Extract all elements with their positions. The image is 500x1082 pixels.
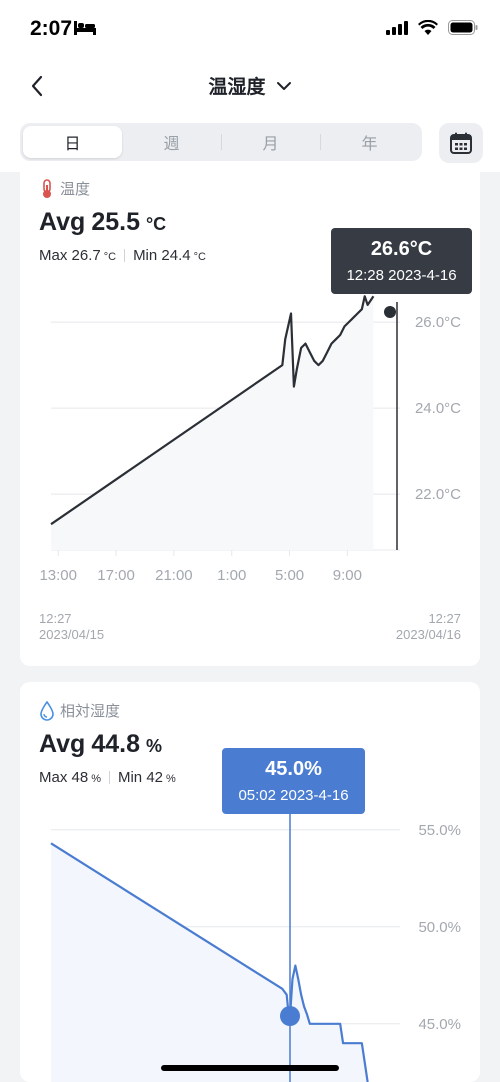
x-tick-label: 5:00 — [275, 567, 304, 584]
x-tick-label: 1:00 — [217, 567, 246, 584]
temperature-card: 温度 Avg 25.5 °C Max 26.7 °C Min 24.4 °C 26.… — [20, 172, 480, 666]
status-time: 2:07 — [30, 17, 73, 40]
humidity-chart[interactable]: 55.0% 50.0% 45.0% — [20, 682, 480, 1082]
y-tick-label: 22.0°C — [415, 486, 461, 503]
period-segmented-control: 日 週 月 年 — [20, 123, 422, 161]
x-tick-label: 13:00 — [39, 567, 77, 584]
series-area — [51, 843, 368, 1082]
x-tick-label: 9:00 — [333, 567, 362, 584]
period-bar: 日 週 月 年 — [0, 116, 500, 172]
calendar-button[interactable] — [439, 123, 483, 163]
battery-icon — [448, 20, 478, 40]
nav-bar: 温湿度 — [0, 56, 500, 116]
dropdown-chevron-icon — [276, 81, 291, 90]
calendar-icon — [450, 132, 472, 154]
y-tick-label: 45.0% — [418, 1016, 461, 1033]
tab-week[interactable]: 週 — [122, 126, 221, 158]
signal-icon — [386, 20, 408, 40]
range-start: 12:27 2023/04/15 — [39, 611, 104, 643]
status-bar: 2:07 — [0, 0, 500, 56]
wifi-icon — [418, 19, 438, 40]
range-end: 12:27 2023/04/16 — [396, 611, 461, 643]
series-area — [51, 296, 374, 550]
tooltip-time: 12:28 2023-4-16 — [346, 267, 457, 284]
range-end-date: 2023/04/16 — [395, 627, 461, 642]
tab-day[interactable]: 日 — [23, 126, 122, 158]
tooltip-time: 05:02 2023-4-16 — [238, 787, 349, 804]
humidity-card: 相対湿度 Avg 44.8 % Max 48% Min 42% 55.0% 50.… — [20, 682, 480, 1082]
cursor-dot — [384, 306, 396, 318]
tab-month[interactable]: 月 — [221, 126, 320, 158]
x-tick-label: 17:00 — [97, 567, 135, 584]
nav-title-container: 温湿度 — [0, 72, 500, 99]
y-tick-label: 24.0°C — [415, 400, 461, 417]
bed-icon — [74, 21, 96, 40]
humidity-tooltip: 45.0% 05:02 2023-4-16 — [222, 748, 365, 814]
range-start-date: 2023/04/15 — [39, 627, 105, 642]
tooltip-value: 26.6°C — [370, 238, 433, 260]
range-start-time: 12:27 — [39, 611, 72, 626]
tooltip-value: 45.0% — [265, 758, 322, 780]
cursor-dot — [280, 1006, 300, 1026]
tab-year[interactable]: 年 — [320, 126, 419, 158]
x-tick-label: 21:00 — [155, 567, 193, 584]
home-indicator[interactable] — [161, 1065, 339, 1071]
y-tick-label: 26.0°C — [415, 314, 461, 331]
divider — [221, 134, 222, 150]
title-dropdown[interactable]: 温湿度 — [208, 72, 291, 99]
range-end-time: 12:27 — [428, 611, 461, 626]
y-tick-label: 50.0% — [418, 919, 461, 936]
divider — [320, 134, 321, 150]
y-tick-label: 55.0% — [418, 822, 461, 839]
page-title: 温湿度 — [208, 77, 266, 98]
temperature-tooltip: 26.6°C 12:28 2023-4-16 — [331, 228, 472, 294]
